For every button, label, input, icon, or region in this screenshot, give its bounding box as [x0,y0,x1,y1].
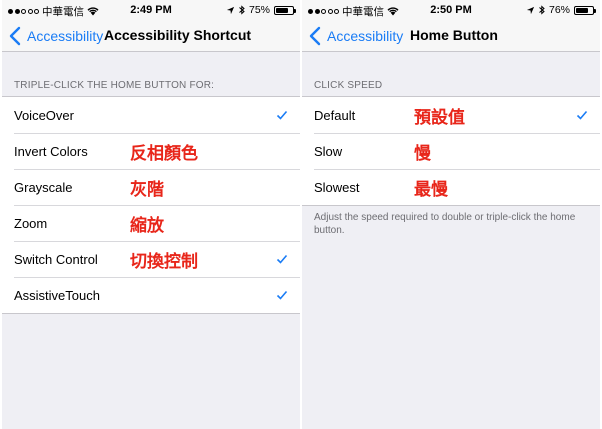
battery-percentage: 75% [248,4,270,16]
option-label: Switch Control [14,251,98,267]
chinese-annotation: 慢 [414,143,431,163]
section-header: CLICK SPEED [314,80,383,91]
checkmark-icon [276,290,288,300]
shortcut-options-list: VoiceOver Invert Colors 反相顏色 Grayscale 灰… [2,96,300,314]
page-title: Accessibility Shortcut [104,27,252,43]
chinese-annotation: 反相顏色 [130,143,198,163]
option-invert-colors[interactable]: Invert Colors 反相顏色 [2,133,300,169]
click-speed-list: Default 預設值 Slow 慢 Slowest 最慢 [302,96,600,206]
option-zoom[interactable]: Zoom 縮放 [2,205,300,241]
navigation-bar: Accessibility Accessibility Shortcut [2,20,300,52]
checkmark-icon [276,254,288,264]
chevron-left-icon [309,26,321,45]
battery-icon [274,5,296,15]
page-title: Home Button [410,27,498,43]
home-button-screen: 中華電信 2:50 PM 76% Accessibility Home Butt… [302,0,600,429]
back-button-label: Accessibility [327,27,404,44]
bluetooth-icon [239,5,245,15]
speed-option-slow[interactable]: Slow 慢 [302,133,600,169]
option-label: VoiceOver [14,107,74,123]
section-header: TRIPLE-CLICK THE HOME BUTTON FOR: [14,80,215,91]
chinese-annotation: 切換控制 [130,251,198,271]
option-label: Invert Colors [14,143,88,159]
location-icon [226,6,235,14]
option-label: Slowest [314,179,360,195]
battery-icon [574,5,596,15]
accessibility-shortcut-screen: 中華電信 2:49 PM 75% Accessibility Accessibi… [2,0,300,429]
option-assistivetouch[interactable]: AssistiveTouch [2,277,300,313]
checkmark-icon [276,110,288,120]
status-bar: 中華電信 2:49 PM 75% [2,0,300,20]
back-button[interactable]: Accessibility [8,20,103,51]
chinese-annotation: 最慢 [414,179,448,199]
option-label: AssistiveTouch [14,287,100,303]
back-button-label: Accessibility [27,27,104,44]
section-footer: Adjust the speed required to double or t… [314,212,576,236]
status-bar: 中華電信 2:50 PM 76% [302,0,600,20]
option-label: Grayscale [14,179,73,195]
battery-percentage: 76% [548,4,570,16]
option-voiceover[interactable]: VoiceOver [2,97,300,133]
checkmark-icon [576,110,588,120]
option-label: Zoom [14,215,48,231]
option-switch-control[interactable]: Switch Control 切換控制 [2,241,300,277]
chinese-annotation: 預設值 [414,107,465,127]
speed-option-slowest[interactable]: Slowest 最慢 [302,169,600,205]
speed-option-default[interactable]: Default 預設值 [302,97,600,133]
chinese-annotation: 縮放 [130,215,164,235]
option-label: Slow [314,143,343,159]
bluetooth-icon [539,5,545,15]
location-icon [526,6,535,14]
option-grayscale[interactable]: Grayscale 灰階 [2,169,300,205]
chinese-annotation: 灰階 [130,179,164,199]
chevron-left-icon [9,26,21,45]
back-button[interactable]: Accessibility [308,20,403,51]
navigation-bar: Accessibility Home Button [302,20,600,52]
option-label: Default [314,107,356,123]
